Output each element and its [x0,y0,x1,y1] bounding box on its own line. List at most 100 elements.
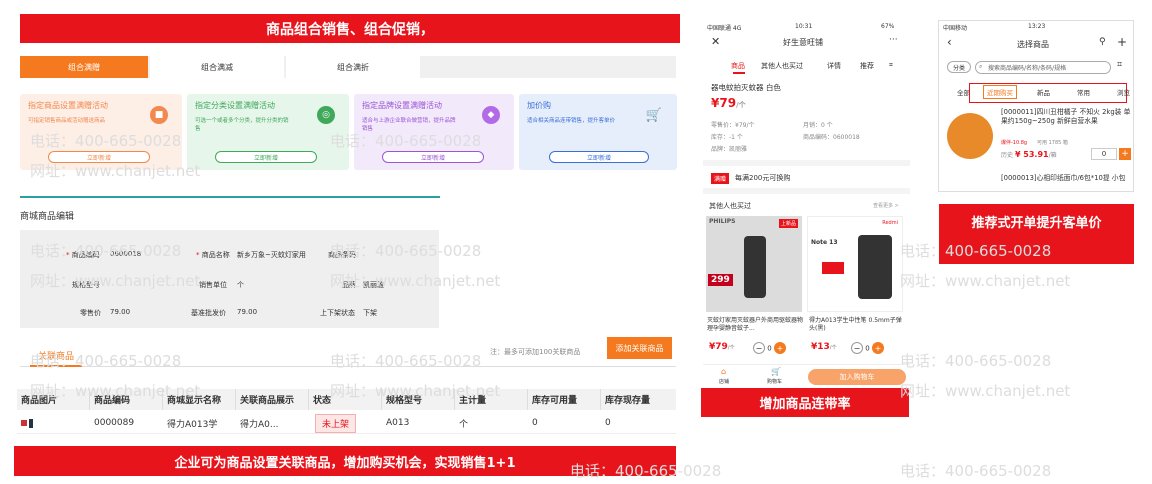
clock: 13:23 [1028,23,1046,30]
model-label: Note 13 [811,239,838,246]
card-product-gift[interactable]: 指定商品设置满赠活动 可指定销售商品或活动赠送商品 ■ 立即新增 [20,94,182,170]
status-bar: 中国联通 4G 10:31 67% [703,20,910,34]
tab-combo-gift[interactable]: 组合满赠 [20,56,148,78]
code-value: 0600018 [110,250,142,258]
tab-recommend[interactable]: 推荐 [860,61,874,71]
status-badge: 未上架 [315,413,357,433]
minus-icon[interactable]: − [753,342,765,354]
watermark-phone: 电话：400-665-0028 [900,352,1052,370]
brand-label: 品牌 [342,281,356,289]
wholesale-label: 基准批发价 [191,309,226,317]
unit-value: 个 [237,281,244,289]
card-brand-gift[interactable]: 指定品牌设置满赠活动 适合与上游企业联合做营销，提升品牌销售 ◆ 立即新增 [354,94,514,170]
promo-text: 每满200元可换购 [735,174,791,182]
tab-combo-discount[interactable]: 组合满减 [150,56,284,78]
close-icon[interactable]: ✕ [711,35,720,48]
brand-logo: Redmi [882,220,898,226]
tab-detail[interactable]: 详情 [827,61,841,71]
phone-shape [858,235,892,299]
tab-new[interactable]: 新品 [1037,87,1050,97]
barcode-label: 商品条码 [328,251,356,259]
qty-stepper[interactable]: − 0 + [753,342,786,354]
filter-icon[interactable]: ⚲ [1099,37,1106,47]
tab-frequent[interactable]: 常用 [1077,87,1090,97]
stock: 库存：-1 个 [711,134,743,141]
promo-tabs: 组合满赠 组合满减 组合满折 [20,56,676,78]
plus-icon[interactable]: + [871,342,884,354]
item-price: ¥79/个 [709,342,735,352]
add-icon[interactable]: + [1117,35,1127,49]
item-name: 得力A013学生中性笔 0.5mm子弹头(黑) [809,317,902,332]
col-header: 库存现存量 [605,396,651,406]
more-icon[interactable]: ··· [889,35,898,45]
card-desc: 适合与上游企业联合做营销，提升品牌销售 [362,118,456,132]
col-header: 库存可用量 [528,389,601,410]
tab-recent[interactable]: 近期购买 [983,85,1017,99]
clock: 10:31 [795,23,813,30]
item-image[interactable]: Redmi Note 13 [807,216,903,312]
cart-icon[interactable]: 🛒 [771,367,781,376]
item-price: 历史 ¥ 53.91/箱 [1001,150,1057,159]
card-addon-buy[interactable]: 加价购 适合相关商品连带销售，提升客单价 🛒 立即新增 [519,94,677,170]
category-button[interactable]: 分类 [947,61,971,73]
scan-icon[interactable]: ⌗ [889,61,893,70]
search-input[interactable]: ⌕ 搜索商品编码/名称/条码/规格 [975,61,1111,74]
orange-image[interactable] [947,113,993,159]
spec-label: 规格型号 [72,281,100,289]
item-name: 灭蚊灯家用灭蚊器户外商用驱蚊器物理孕婴静音蚊子... [707,317,804,332]
tab-others[interactable]: 其他人也买过 [761,61,803,71]
qty-input[interactable]: 0 [1091,148,1117,160]
product-name: 器电蚊拍灭蚊器 白色 [711,83,781,92]
cell: 得力A013学 [167,419,218,430]
tab-product[interactable]: 商品 [731,61,745,71]
divider [703,188,910,194]
promo-cards: 指定商品设置满赠活动 可指定销售商品或活动赠送商品 ■ 立即新增 指定分类设置满… [20,94,680,170]
plus-icon[interactable]: + [1119,148,1131,160]
others-more[interactable]: 查看更多 > [873,202,899,209]
col-header: 主计量 [455,389,528,410]
brand-logo: PHILIPS [709,218,736,225]
tab-browse[interactable]: 浏览 [1117,87,1130,97]
code-label: * 商品编码 [66,251,100,259]
retail-price: 零售价：¥79/个 [711,122,755,129]
item-name: [0000011]四川丑柑橘子 不知火 2kg装 单果约150g~250g 新鲜… [1001,108,1131,125]
plus-icon[interactable]: + [773,342,786,354]
card-desc: 可指定销售商品或活动赠送商品 [28,118,106,124]
nav-home[interactable]: 店铺 [719,378,729,385]
divider [703,160,910,166]
home-icon[interactable]: ⌂ [721,367,726,376]
item-image[interactable]: PHILIPS 上新品 299 [706,216,802,312]
add-now-button[interactable]: 立即新增 [48,151,150,163]
add-now-button[interactable]: 立即新增 [382,151,484,163]
bottom-bar: ⌂ 店铺 🛒 购物车 加入购物车 [703,364,910,388]
add-now-button[interactable]: 立即新增 [215,151,317,163]
watermark-phone: 电话：400-665-0028 [330,352,482,370]
minus-icon[interactable]: − [851,342,863,354]
card-category-gift[interactable]: 指定分类设置满赠活动 可选一个或者多个分类，提升分类的销售 ◎ 立即新增 [187,94,349,170]
back-icon[interactable]: ‹ [947,35,952,49]
scan-icon[interactable]: ⌗ [1117,60,1122,70]
product-image [17,412,90,434]
watermark-phone: 电话：400-665-0028 [900,462,1052,480]
carrier: 中国联通 4G [707,25,742,32]
col-header: 状态 [309,389,382,410]
page-title: 选择商品 [1017,40,1049,49]
footer-banner: 企业可为商品设置关联商品，增加购买机会，实现销售1+1 [14,446,676,476]
nav-cart[interactable]: 购物车 [767,378,782,385]
add-to-cart-button[interactable]: 加入购物车 [808,369,906,385]
qty-stepper[interactable]: − 0 + [851,342,884,354]
tab-combo-percent[interactable]: 组合满折 [286,56,420,78]
brand: 品牌：凯丽雅 [711,146,748,153]
cell: A013 [386,418,410,428]
promo-box [822,262,844,274]
add-now-button[interactable]: 立即新增 [549,151,649,163]
add-related-button[interactable]: 添加关联商品 [607,337,672,359]
status-cell: 未上架 [315,412,363,434]
tab-underline [733,72,745,74]
item-stock: 可用 1785 箱 [1037,140,1068,146]
tab-underline [30,365,82,367]
col-header: 规格型号 [382,389,455,410]
table-row[interactable]: 0000089 得力A013学 得力A0... 未上架 A013 个 0 0 [17,412,676,434]
tab-related-products[interactable]: 关联商品 [38,349,74,362]
status-bar: 中国移动 13:23 [939,21,1133,33]
